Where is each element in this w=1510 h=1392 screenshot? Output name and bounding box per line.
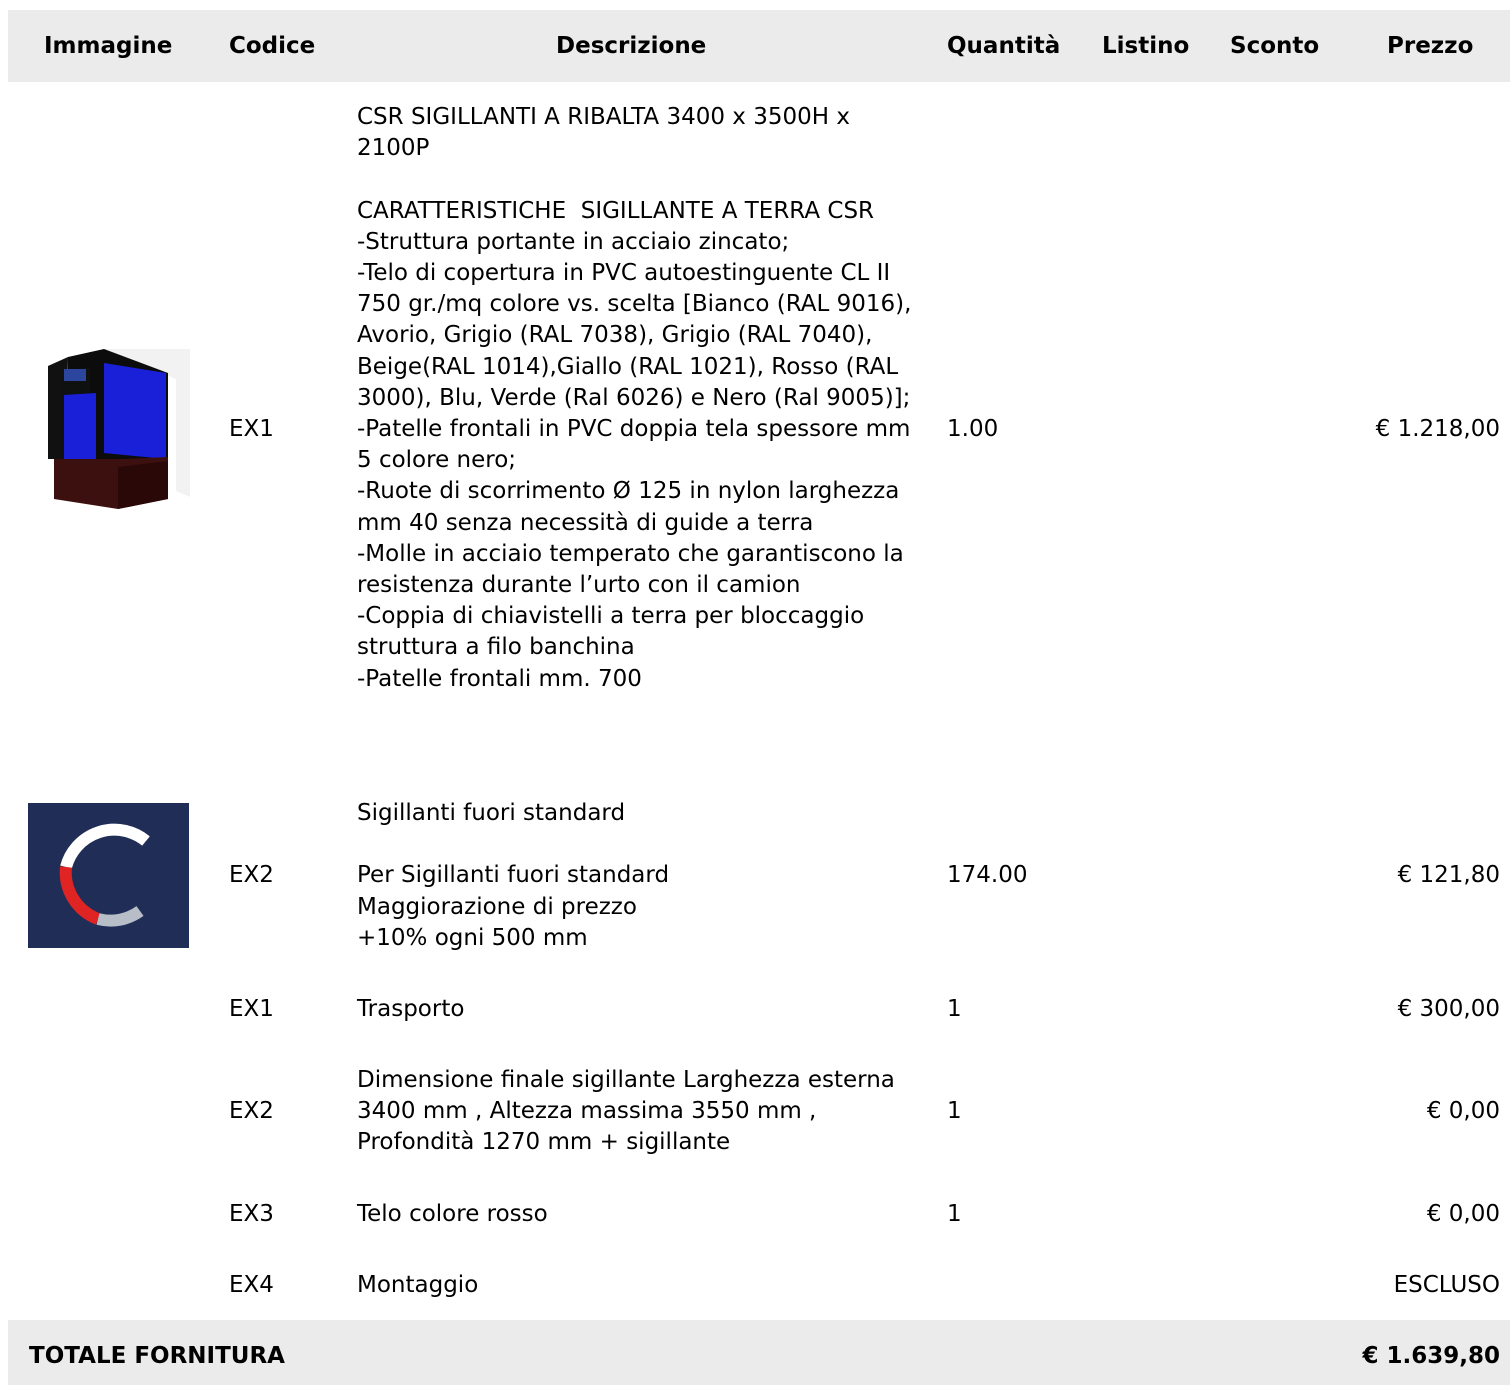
row-2-code: EX2	[229, 862, 274, 888]
col-header-prezzo: Prezzo	[1387, 33, 1474, 59]
row-6-description: Montaggio	[357, 1272, 479, 1298]
row-5-price: € 0,00	[1426, 1201, 1500, 1227]
col-header-sconto: Sconto	[1230, 33, 1320, 59]
row-1-code: EX1	[229, 416, 274, 442]
row-2-quantity: 174.00	[947, 862, 1028, 888]
col-header-listino: Listino	[1102, 33, 1190, 59]
row-2-description: Sigillanti fuori standard Per Sigillanti…	[357, 800, 670, 951]
total-label: TOTALE FORNITURA	[29, 1343, 285, 1369]
row-6-price: ESCLUSO	[1393, 1272, 1500, 1298]
row-1-description: CSR SIGILLANTI A RIBALTA 3400 x 3500H x …	[357, 104, 912, 692]
row-1-quantity: 1.00	[947, 416, 999, 442]
table-header: Immagine Codice Descrizione Quantità Lis…	[8, 10, 1510, 82]
row-3-quantity: 1	[947, 996, 962, 1022]
row-4-price: € 0,00	[1426, 1098, 1500, 1124]
row-4-description: Dimensione finale sigillante Larghezza e…	[357, 1067, 903, 1156]
row-4-code: EX2	[229, 1098, 274, 1124]
col-header-immagine: Immagine	[44, 33, 173, 59]
total-row: TOTALE FORNITURA € 1.639,80	[8, 1320, 1510, 1385]
row-3-description: Trasporto	[357, 996, 465, 1022]
total-value: € 1.639,80	[1362, 1343, 1500, 1369]
row-3-code: EX1	[229, 996, 274, 1022]
row-2-price: € 121,80	[1397, 862, 1500, 888]
row-5-quantity: 1	[947, 1201, 962, 1227]
row-6-code: EX4	[229, 1272, 274, 1298]
row-4-quantity: 1	[947, 1098, 962, 1124]
row-5-code: EX3	[229, 1201, 274, 1227]
row-3-price: € 300,00	[1397, 996, 1500, 1022]
col-header-descrizione: Descrizione	[556, 33, 707, 59]
row-1-price: € 1.218,00	[1375, 416, 1500, 442]
row-5-description: Telo colore rosso	[357, 1201, 548, 1227]
col-header-quantita: Quantità	[947, 33, 1061, 59]
dock-seal-product-image	[46, 349, 190, 509]
company-logo-image	[28, 803, 189, 948]
col-header-codice: Codice	[229, 33, 316, 59]
